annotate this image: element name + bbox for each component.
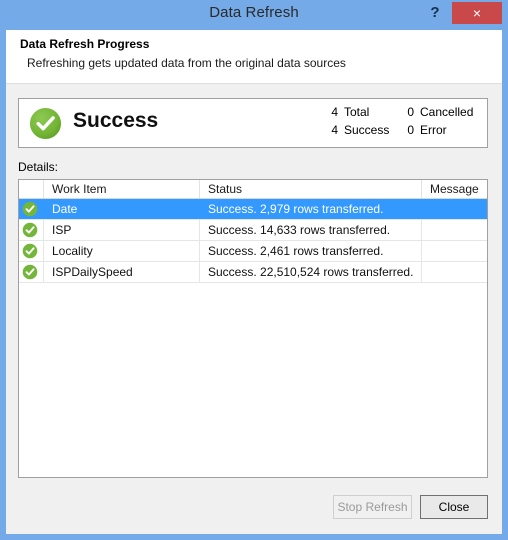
error-count: 0	[407, 123, 414, 137]
cell-work-item: ISPDailySpeed	[44, 262, 200, 282]
row-status-icon-cell	[19, 262, 44, 282]
cancelled-label: Cancelled	[420, 105, 474, 119]
listview-rows: Date Success. 2,979 rows transferred. ISP S…	[19, 199, 487, 283]
close-window-button[interactable]: ×	[452, 2, 502, 24]
success-label: Success	[344, 123, 390, 137]
success-check-icon	[22, 264, 38, 280]
header-panel: Data Refresh Progress Refreshing gets up…	[6, 30, 502, 83]
total-label: Total	[344, 105, 370, 119]
count-row-success: 4 Success 0 Error	[322, 123, 482, 141]
status-counts: 4 Total 0 Cancelled 4 Success 0 Error	[322, 104, 482, 144]
table-row[interactable]: Locality Success. 2,461 rows transferred.	[19, 241, 487, 262]
table-row[interactable]: ISP Success. 14,633 rows transferred.	[19, 220, 487, 241]
cell-status: Success. 14,633 rows transferred.	[200, 220, 422, 240]
status-label: Success	[73, 109, 159, 132]
total-count: 4	[331, 105, 338, 119]
title-bar: Data Refresh ? ×	[0, 0, 508, 30]
details-listview[interactable]: Work Item Status Message Date Success. 2,…	[18, 179, 488, 478]
cancelled-count: 0	[407, 105, 414, 119]
data-refresh-dialog: Data Refresh ? × Data Refresh Progress R…	[0, 0, 508, 540]
success-check-icon	[22, 222, 38, 238]
table-row[interactable]: Date Success. 2,979 rows transferred.	[19, 199, 487, 220]
row-status-icon-cell	[19, 220, 44, 240]
cell-status: Success. 2,461 rows transferred.	[200, 241, 422, 261]
count-row-total: 4 Total 0 Cancelled	[322, 105, 482, 123]
success-check-icon	[22, 243, 38, 259]
success-count: 4	[331, 123, 338, 137]
help-button[interactable]: ?	[424, 2, 446, 24]
cell-work-item: Locality	[44, 241, 200, 261]
details-label: Details:	[18, 160, 59, 174]
success-check-icon	[29, 107, 62, 140]
page-subtitle: Refreshing gets updated data from the or…	[27, 56, 346, 70]
close-button[interactable]: Close	[420, 495, 488, 519]
cell-message	[422, 241, 487, 261]
success-check-icon	[22, 201, 38, 217]
cell-message	[422, 199, 487, 219]
error-label: Error	[420, 123, 447, 137]
column-header-icon[interactable]	[19, 180, 44, 198]
status-summary-box: Success 4 Total 0 Cancelled 4 Success 0 …	[18, 98, 488, 148]
cell-message	[422, 220, 487, 240]
column-header-work-item[interactable]: Work Item	[44, 180, 200, 198]
cell-work-item: ISP	[44, 220, 200, 240]
cell-status: Success. 22,510,524 rows transferred.	[200, 262, 422, 282]
stop-refresh-button[interactable]: Stop Refresh	[333, 495, 412, 519]
dialog-body: Success 4 Total 0 Cancelled 4 Success 0 …	[6, 83, 502, 534]
table-row[interactable]: ISPDailySpeed Success. 22,510,524 rows tr…	[19, 262, 487, 283]
row-status-icon-cell	[19, 241, 44, 261]
cell-work-item: Date	[44, 199, 200, 219]
cell-status: Success. 2,979 rows transferred.	[200, 199, 422, 219]
row-status-icon-cell	[19, 199, 44, 219]
page-title: Data Refresh Progress	[20, 37, 150, 51]
column-header-message[interactable]: Message	[422, 180, 487, 198]
column-header-status[interactable]: Status	[200, 180, 422, 198]
cell-message	[422, 262, 487, 282]
listview-header: Work Item Status Message	[19, 180, 487, 199]
